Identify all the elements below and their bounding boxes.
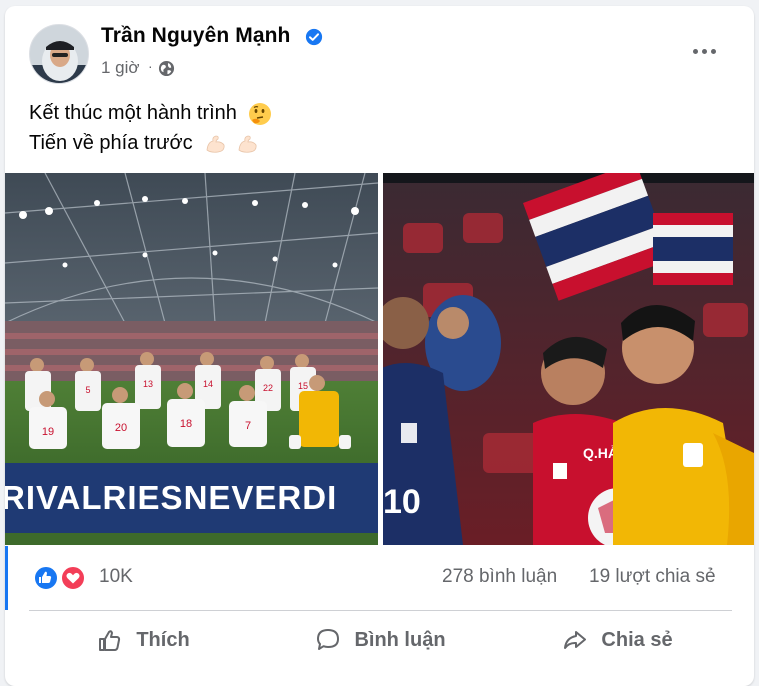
post-text-line-2: Tiến về phía trước <box>29 128 272 158</box>
avatar[interactable] <box>29 24 89 84</box>
share-button[interactable]: Chia sẻ <box>503 612 731 668</box>
like-button[interactable]: Thích <box>29 612 257 668</box>
verified-badge-icon <box>305 28 323 46</box>
jersey-number: 13 <box>143 379 153 389</box>
comment-label: Bình luận <box>354 628 446 651</box>
comment-button[interactable]: Bình luận <box>263 612 497 668</box>
divider <box>29 610 732 611</box>
flexed-biceps-icon <box>238 135 257 153</box>
post-actions: Thích Bình luận Chia sẻ <box>5 612 754 668</box>
like-label: Thích <box>136 628 190 651</box>
share-count[interactable]: 19 lượt chia sẻ <box>589 566 716 588</box>
jersey-number: 7 <box>245 420 251 432</box>
jersey-number: 15 <box>298 381 308 391</box>
post-text: Kết thúc một hành trình Tiến về phía trư… <box>29 98 272 158</box>
comment-count[interactable]: 278 bình luận <box>442 566 557 588</box>
jersey-number: 18 <box>180 418 192 430</box>
jersey-number: 20 <box>115 422 127 434</box>
photo-team-lineup[interactable]: 5 13 14 22 15 19 20 18 7 RIVALRIESNEVERD… <box>5 173 378 545</box>
love-reaction-icon[interactable] <box>60 565 86 591</box>
share-label: Chia sẻ <box>601 628 673 651</box>
post-card: Trần Nguyên Mạnh 1 giờ · Kết thúc một hà… <box>5 6 754 686</box>
globe-icon[interactable] <box>158 60 175 77</box>
comment-bubble-icon <box>317 629 340 650</box>
thumbs-up-icon <box>99 630 121 651</box>
jersey-number: 22 <box>263 383 273 393</box>
jersey-number: 14 <box>203 379 213 389</box>
jersey-number: 19 <box>42 426 54 438</box>
post-header: Trần Nguyên Mạnh 1 giờ · <box>5 6 754 86</box>
author-name[interactable]: Trần Nguyên Mạnh <box>101 24 290 48</box>
jersey-number: 5 <box>85 385 90 395</box>
like-reaction-icon[interactable] <box>33 565 59 591</box>
banner-text: RIVALRIESNEVERDI <box>5 479 337 516</box>
post-timestamp[interactable]: 1 giờ <box>101 58 140 78</box>
jersey-number: 10 <box>383 483 421 521</box>
post-stats: 10K 278 bình luận 19 lượt chia sẻ <box>5 546 754 610</box>
stats-accent-bar <box>5 546 8 610</box>
more-options-button[interactable] <box>681 36 727 66</box>
thinking-face-icon <box>249 102 272 125</box>
post-text-line-1: Kết thúc một hành trình <box>29 98 272 128</box>
separator-dot: · <box>148 58 153 74</box>
photo-players-closeup[interactable]: 10 Q.HẢI <box>383 173 754 545</box>
flexed-biceps-icon <box>206 135 225 153</box>
more-options-icon <box>692 48 698 54</box>
reaction-count[interactable]: 10K <box>99 566 133 588</box>
share-arrow-icon <box>564 631 587 649</box>
